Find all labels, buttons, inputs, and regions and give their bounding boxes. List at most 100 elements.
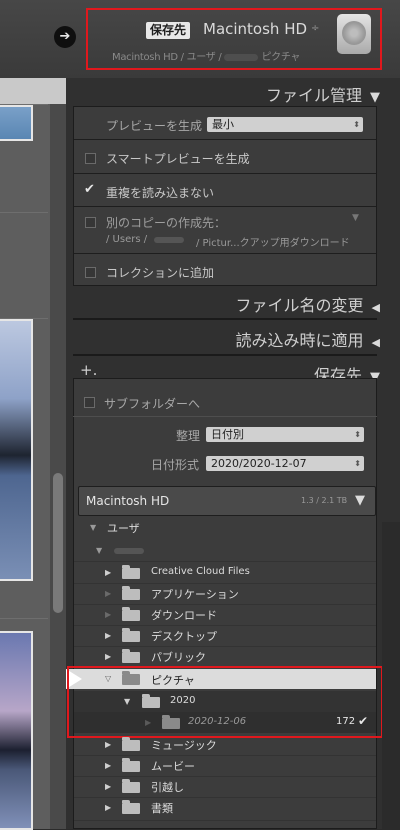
tree-node-folder[interactable]: ▶ ムービー: [74, 755, 376, 776]
folder-icon: [122, 737, 140, 751]
disclosure-triangle-icon[interactable]: ▼: [96, 546, 102, 555]
preview-select[interactable]: 最小 ⬍: [207, 117, 363, 132]
tree-node-folder[interactable]: ▶ ダウンロード: [74, 604, 376, 625]
folder-icon: [122, 607, 140, 621]
tree-label: ムービー: [151, 760, 195, 773]
disclosure-triangle-icon[interactable]: ▶: [105, 782, 111, 791]
tree-node-home[interactable]: ▼: [74, 540, 376, 561]
triangle-down-icon[interactable]: ▼: [370, 90, 380, 105]
disclosure-triangle-icon[interactable]: ▶: [105, 631, 111, 640]
disclosure-triangle-icon[interactable]: ▼: [90, 523, 96, 532]
copy-to-checkbox[interactable]: [85, 217, 96, 228]
disclosure-triangle-icon[interactable]: ▶: [105, 652, 111, 661]
no-duplicates-row: ✔ 重複を読み込まない: [74, 174, 376, 207]
target-highlight-box: [67, 666, 383, 738]
folder-icon: [122, 758, 140, 772]
hard-disk-icon: [337, 14, 371, 54]
tree-label: Creative Cloud Files: [151, 566, 250, 577]
tree-label: パブリック: [151, 651, 206, 664]
disclosure-triangle-icon[interactable]: ▶: [105, 740, 111, 749]
divider: [74, 820, 376, 821]
triangle-down-icon[interactable]: ▼: [355, 493, 365, 508]
volume-name: Macintosh HD: [86, 494, 170, 508]
divider: [73, 318, 377, 320]
section-apply-during-import-header[interactable]: 読み込み時に適用 ◀: [66, 327, 380, 351]
check-icon[interactable]: ✔: [84, 182, 95, 197]
tree-label: ダウンロード: [151, 609, 217, 622]
destination-volume-title[interactable]: Macintosh HD: [203, 20, 307, 38]
scrollbar-thumb[interactable]: [53, 473, 63, 613]
no-duplicates-label: 重複を読み込まない: [106, 186, 215, 200]
section-file-rename-header[interactable]: ファイル名の変更 ◀: [66, 292, 380, 316]
copy-to-label: 別のコピーの作成先：: [106, 216, 227, 230]
thumb-cell[interactable]: [0, 618, 48, 830]
thumb-cell[interactable]: [0, 104, 48, 213]
disclosure-triangle-icon[interactable]: ▶: [105, 568, 111, 577]
tree-node-folder[interactable]: ▶ Creative Cloud Files: [74, 562, 376, 583]
date-format-label: 日付形式: [151, 458, 200, 472]
disclosure-triangle-icon[interactable]: ▶: [105, 589, 111, 598]
disclosure-triangle-icon[interactable]: ▶: [105, 761, 111, 770]
preview-label: プレビューを生成: [106, 119, 203, 133]
destination-chip: 保存先: [146, 22, 191, 39]
triangle-left-icon[interactable]: ◀: [372, 336, 380, 349]
disclosure-triangle-icon[interactable]: ▶: [105, 803, 111, 812]
folder-icon: [122, 649, 140, 663]
updown-icon: ⬍: [354, 430, 361, 439]
folder-icon: [122, 800, 140, 814]
smart-preview-label: スマートプレビューを生成: [106, 152, 250, 166]
smart-preview-row: スマートプレビューを生成: [74, 140, 376, 174]
tree-node-folder[interactable]: ▶ 引越し: [74, 776, 376, 797]
copy-to-path: / Users /: [106, 234, 148, 245]
scrollbar-track[interactable]: [382, 522, 400, 829]
tree-node-folder[interactable]: ▶ デスクトップ: [74, 625, 376, 646]
tree-node-folder[interactable]: ▶ ミュージック: [74, 734, 376, 755]
tree-label: 書類: [151, 802, 173, 815]
divider: [73, 354, 377, 356]
grid-header: [0, 78, 66, 104]
tree-label: 引越し: [151, 781, 184, 794]
tree-node-users[interactable]: ▼ ユーザ: [74, 517, 376, 538]
copy-to-row: 別のコピーの作成先： ▼ / Users / / Pictur...クアップ用ダ…: [74, 207, 376, 254]
tree-label: デスクトップ: [151, 630, 217, 643]
folder-icon: [122, 565, 140, 579]
divider: [73, 416, 377, 417]
scrollbar-track[interactable]: [50, 104, 66, 829]
redacted-name: [114, 548, 144, 554]
section-file-handling-header[interactable]: ファイル管理 ▼: [66, 82, 380, 106]
preview-row: プレビューを生成 最小 ⬍: [74, 107, 376, 140]
volume-header[interactable]: Macintosh HD 1.3 / 2.1 TB ▼: [78, 486, 376, 516]
folder-icon: [122, 586, 140, 600]
tree-node-folder[interactable]: ▶ 書類: [74, 797, 376, 818]
thumbnail-strip: [0, 78, 66, 830]
triangle-down-icon[interactable]: ▼: [352, 213, 359, 223]
tree-node-folder[interactable]: ▶ パブリック: [74, 646, 376, 667]
triangle-left-icon[interactable]: ◀: [372, 301, 380, 314]
smart-preview-checkbox[interactable]: [85, 153, 96, 164]
folder-icon: [122, 628, 140, 642]
subfolder-checkbox[interactable]: [84, 397, 95, 408]
organize-select[interactable]: 日付別 ⬍: [206, 427, 364, 442]
add-collection-checkbox[interactable]: [85, 267, 96, 278]
tree-label: ユーザ: [107, 522, 140, 535]
tree-node-folder[interactable]: ▶ アプリケーション: [74, 583, 376, 604]
updown-icon: ⬍: [354, 459, 361, 468]
disclosure-triangle-icon[interactable]: ▶: [105, 610, 111, 619]
date-format-select[interactable]: 2020/2020-12-07 ⬍: [206, 456, 364, 471]
photo-thumbnail[interactable]: [0, 319, 33, 581]
destination-path: Macintosh HD / ユーザ / ピクチャ: [112, 52, 301, 63]
photo-thumbnail[interactable]: [0, 631, 33, 830]
tree-label: ミュージック: [151, 739, 217, 752]
redacted-name: [154, 237, 184, 243]
file-handling-box: プレビューを生成 最小 ⬍ スマートプレビューを生成 ✔ 重複を読み込まない 別の…: [73, 106, 377, 286]
redacted-name: [224, 53, 259, 61]
updown-icon[interactable]: ÷: [311, 23, 319, 34]
updown-icon: ⬍: [353, 120, 360, 129]
add-collection-label: コレクションに追加: [106, 266, 215, 280]
thumb-cell[interactable]: [0, 212, 48, 319]
add-collection-row: コレクションに追加: [74, 254, 376, 287]
photo-thumbnail[interactable]: [0, 105, 33, 141]
back-arrow-icon[interactable]: ➔: [54, 26, 76, 48]
thumb-cell[interactable]: [0, 318, 48, 619]
tree-label: アプリケーション: [151, 588, 239, 601]
